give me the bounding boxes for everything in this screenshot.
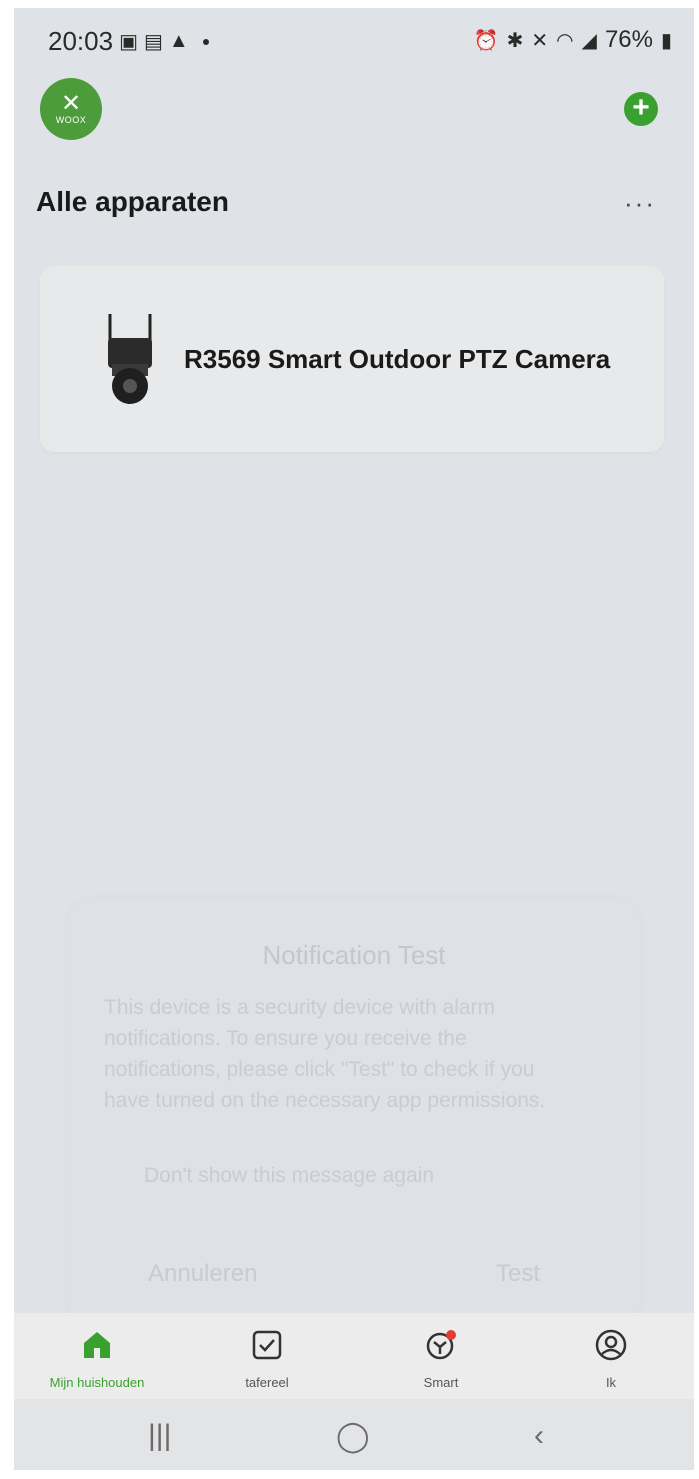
dialog-body: This device is a security device with al… [104, 996, 546, 1112]
home-logo[interactable]: ✕ WOOX [40, 78, 102, 140]
status-left: 20:03 ▣ ▤ ▲ [48, 26, 209, 57]
smart-badge-icon [446, 1330, 456, 1340]
status-time: 20:03 [48, 26, 114, 56]
cancel-button[interactable]: Annuleren [148, 1260, 257, 1288]
app-screen: 20:03 ▣ ▤ ▲ ⏰ ✱ ✕ ◠ ◢ 76% ▮ ✕ WOOX + All… [14, 8, 694, 1470]
tab-smart-label: Smart [423, 1375, 459, 1390]
home-icon [84, 1332, 110, 1358]
bottom-tab-bar: Mijn huishouden tafereel Smart Ik [14, 1313, 694, 1399]
back-icon[interactable]: ‹ [534, 1419, 544, 1453]
checkbox-icon [252, 1330, 282, 1360]
signal-icon: ◢ [581, 29, 597, 52]
woox-logo-icon: ✕ [60, 90, 82, 117]
tab-me[interactable]: Ik [536, 1325, 686, 1390]
device-card[interactable]: R3569 Smart Outdoor PTZ Camera [40, 266, 664, 452]
tab-scene[interactable]: tafereel [192, 1325, 342, 1390]
dialog-title: Notification Test [262, 940, 446, 970]
add-device-button[interactable]: + [624, 92, 658, 126]
gallery-icon: ▣ [119, 31, 138, 53]
device-name: R3569 Smart Outdoor PTZ Camera [184, 344, 611, 374]
linkedin-icon: ▤ [143, 31, 163, 53]
status-bar: 20:03 ▣ ▤ ▲ ⏰ ✱ ✕ ◠ ◢ 76% ▮ [14, 8, 694, 70]
battery-icon: ▮ [660, 29, 672, 52]
tab-scene-label: tafereel [245, 1375, 289, 1390]
alarm-icon: ⏰ [473, 29, 499, 52]
wifi-icon: ◠ [556, 29, 574, 52]
dont-show-again-checkbox[interactable]: Don't show this message again [144, 1164, 434, 1188]
page-title: Alle apparaten [36, 186, 229, 217]
more-options-button[interactable]: ··· [624, 188, 656, 219]
profile-icon [595, 1329, 627, 1361]
battery-level: 76% [604, 26, 653, 53]
bluetooth-icon: ✱ [506, 29, 524, 52]
system-nav-bar: ||| ◯ ‹ [14, 1399, 694, 1470]
tab-me-label: Ik [605, 1375, 617, 1390]
notification-dot-icon [202, 38, 209, 45]
home-nav-icon[interactable]: ◯ [336, 1419, 370, 1454]
plus-icon: + [632, 91, 650, 124]
test-button[interactable]: Test [496, 1260, 540, 1288]
status-right: ⏰ ✱ ✕ ◠ ◢ 76% ▮ [474, 26, 672, 54]
tab-home-label: Mijn huishouden [49, 1375, 145, 1390]
tab-smart[interactable]: Smart [366, 1325, 516, 1390]
logo-text: WOOX [55, 115, 87, 125]
camera-icon [108, 314, 152, 404]
recent-apps-icon[interactable]: ||| [148, 1419, 171, 1453]
warning-icon: ▲ [168, 30, 189, 52]
smart-icon [426, 1330, 456, 1360]
notification-dialog: Notification Test This device is a secur… [68, 898, 640, 1328]
mute-icon: ✕ [531, 29, 549, 52]
tab-home[interactable]: Mijn huishouden [22, 1325, 172, 1390]
